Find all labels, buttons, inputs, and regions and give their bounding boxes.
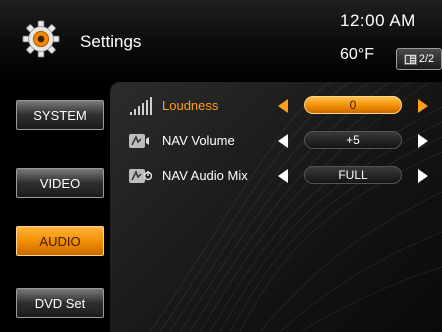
temperature: 60°F [340,46,374,63]
setting-row-nav-audio-mix[interactable]: NAV Audio Mix FULL [110,164,442,188]
tab-audio[interactable]: AUDIO [16,226,104,256]
setting-label: NAV Volume [162,133,235,148]
loudness-icon [130,97,152,115]
background-pattern [149,82,442,332]
setting-row-loudness[interactable]: Loudness 0 [110,94,442,118]
clock: 12:00 AM [340,11,416,30]
setting-row-nav-volume[interactable]: NAV Volume +5 [110,129,442,153]
settings-panel: Loudness 0 NAV Volume +5 NAV Audio Mix F… [110,82,442,332]
tab-label: AUDIO [39,233,81,249]
increase-arrow-icon[interactable] [418,134,428,148]
tab-label: VIDEO [39,175,81,191]
setting-label: NAV Audio Mix [162,168,248,183]
nav-audio-mix-icon [129,169,152,183]
nav-volume-icon [129,134,149,148]
increase-arrow-icon[interactable] [418,99,428,113]
tab-label: DVD Set [34,295,86,311]
tab-video[interactable]: VIDEO [16,168,104,198]
increase-arrow-icon[interactable] [418,169,428,183]
page-indicator[interactable]: 2/2 [396,48,442,70]
header-bar: Settings 12:00 AM 60°F 2/2 [0,0,442,80]
setting-value: FULL [304,166,402,184]
decrease-arrow-icon[interactable] [278,134,288,148]
setting-value: 0 [304,96,402,114]
tab-label: SYSTEM [33,107,87,123]
setting-label: Loudness [162,98,219,113]
decrease-arrow-icon[interactable] [278,169,288,183]
gear-icon[interactable] [22,20,60,58]
setting-value: +5 [304,131,402,149]
page-title: Settings [80,32,142,51]
tab-system[interactable]: SYSTEM [16,100,104,130]
decrease-arrow-icon[interactable] [278,99,288,113]
menu-list-icon [403,53,417,65]
page-indicator-text: 2/2 [418,53,435,65]
tab-dvd-set[interactable]: DVD Set [16,288,104,318]
